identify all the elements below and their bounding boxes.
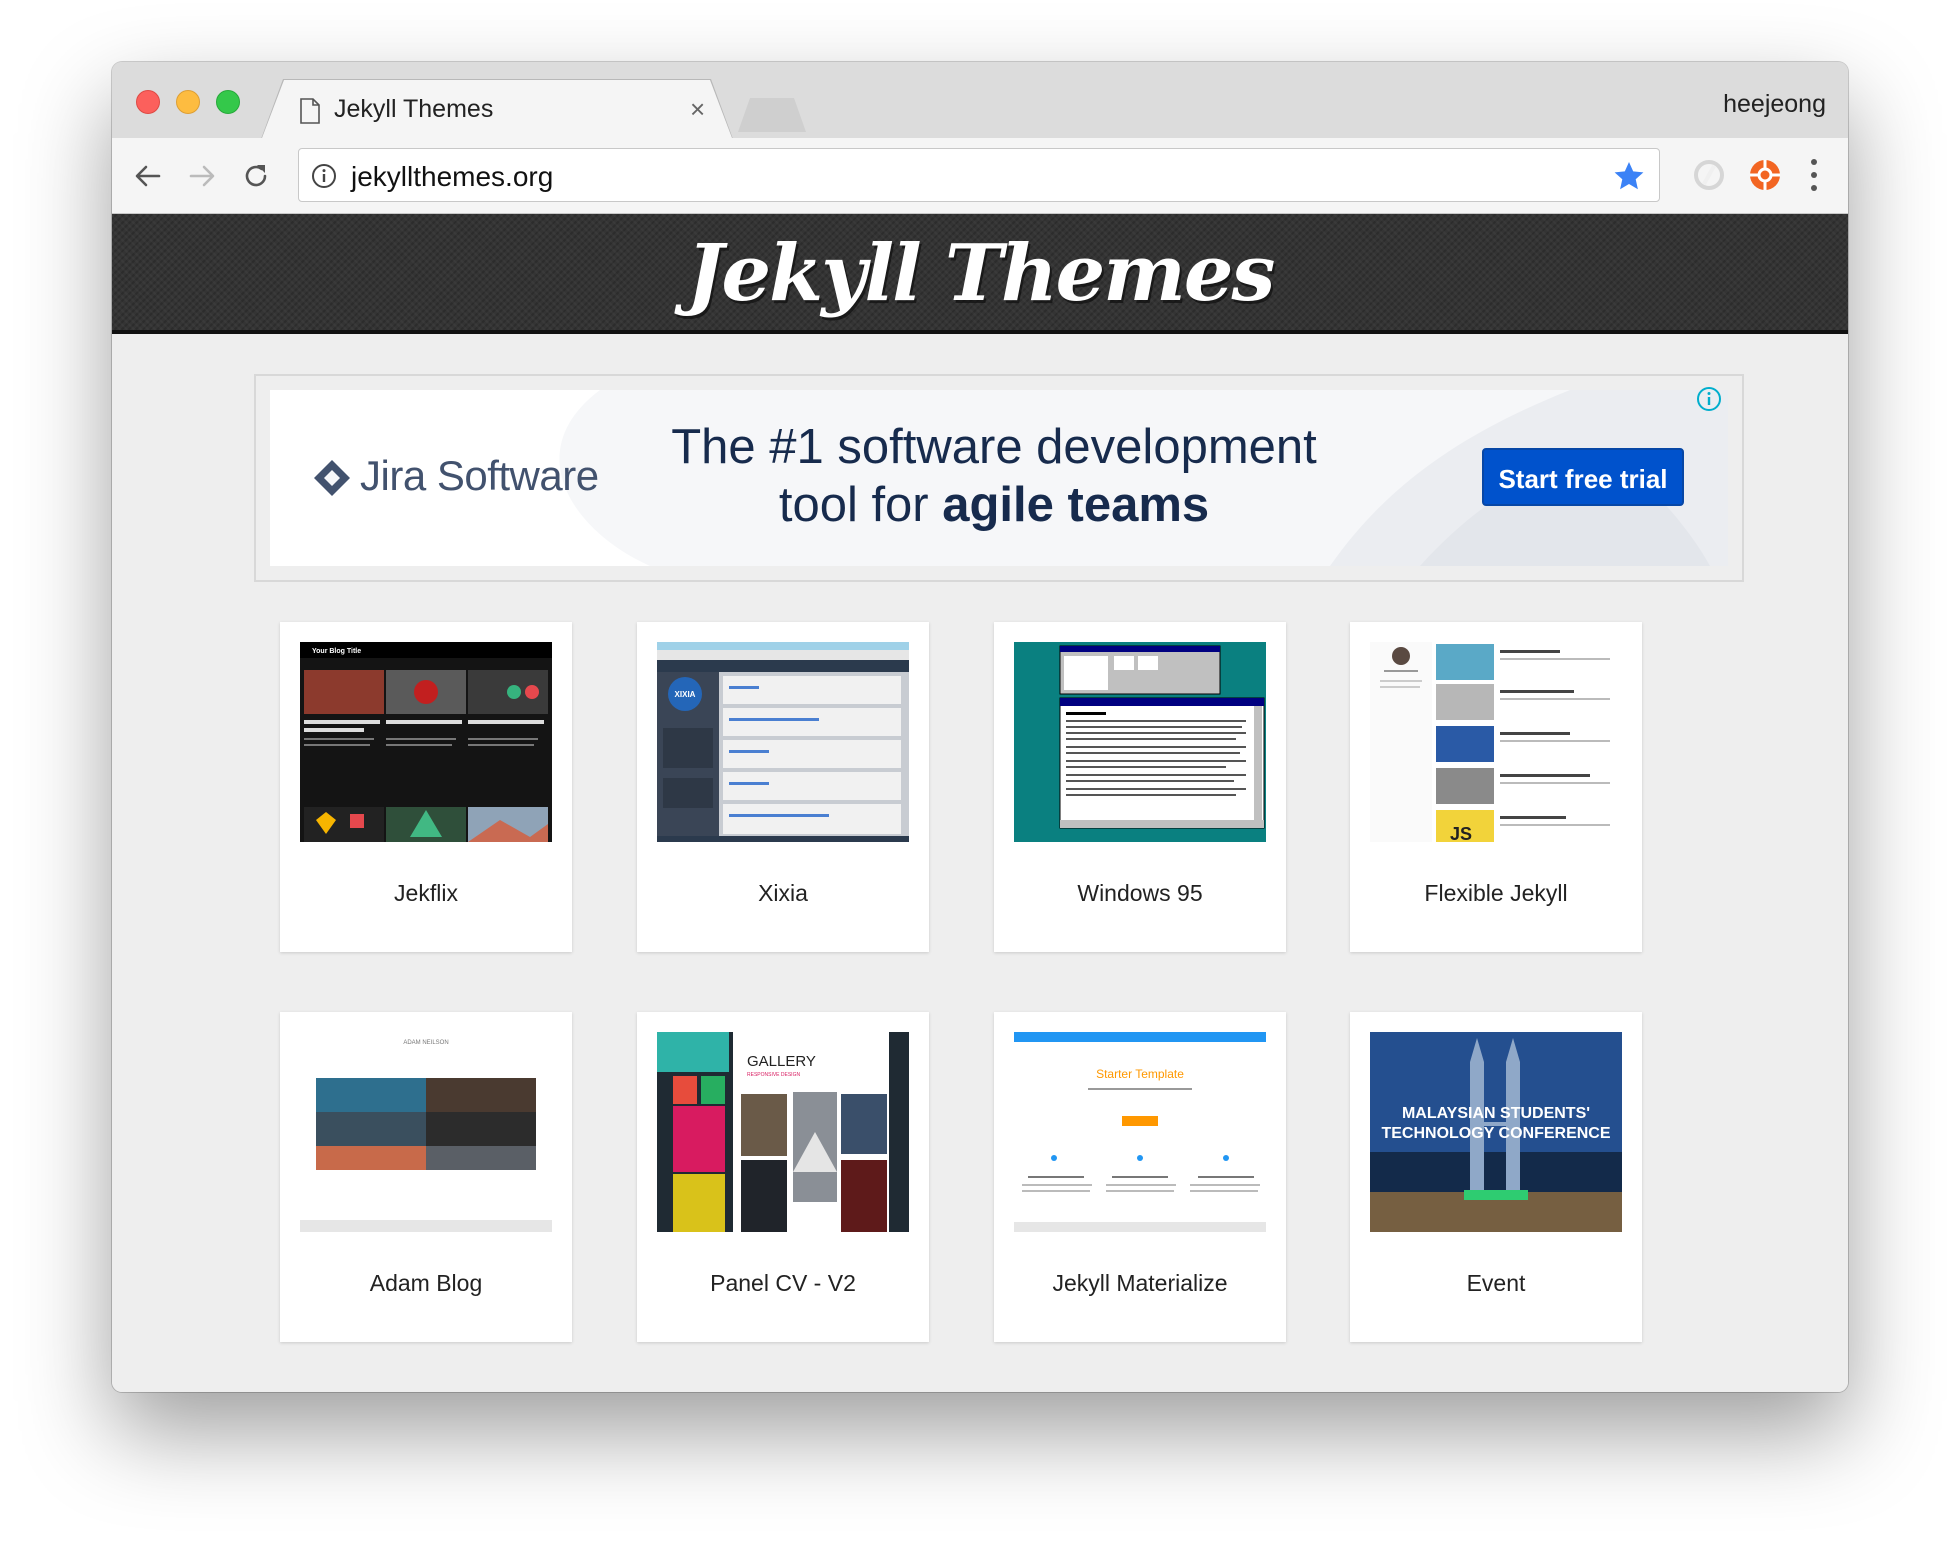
url-text[interactable]: jekyllthemes.org (351, 161, 553, 193)
theme-thumbnail[interactable]: MALAYSIAN STUDENTS' TECHNOLOGY CONFERENC… (1370, 1032, 1622, 1232)
theme-name[interactable]: Xixia (637, 880, 929, 907)
theme-card-jekflix[interactable]: Your Blog Title Jekflix (280, 622, 572, 952)
theme-card-adam-blog[interactable]: ADAM NEILSON Adam Blog (280, 1012, 572, 1342)
profile-name[interactable]: heejeong (1723, 90, 1826, 119)
theme-card-windows-95[interactable]: Windows 95 (994, 622, 1286, 952)
flexible-jekyll-preview-art: JS (1370, 642, 1610, 842)
tab-close-icon[interactable]: × (690, 94, 705, 125)
panel-cv-preview-gallery: GALLERY (747, 1053, 816, 1070)
theme-name[interactable]: Flexible Jekyll (1350, 880, 1642, 907)
menu-dots-icon[interactable] (1810, 158, 1818, 192)
theme-thumbnail[interactable]: Starter Template (1014, 1032, 1266, 1232)
browser-window: Jekyll Themes × heejeong jekyllthemes.or… (112, 62, 1848, 1392)
theme-card-event[interactable]: MALAYSIAN STUDENTS' TECHNOLOGY CONFERENC… (1350, 1012, 1642, 1342)
theme-name[interactable]: Jekyll Materialize (994, 1270, 1286, 1297)
ad-banner[interactable]: Jira Software The #1 software developmen… (270, 390, 1728, 566)
ad-headline-bold: agile teams (942, 478, 1210, 532)
ad-headline-line2: tool for agile teams (654, 476, 1334, 534)
bookmark-star-icon[interactable] (1613, 160, 1645, 192)
event-preview-art: MALAYSIAN STUDENTS' TECHNOLOGY CONFERENC… (1370, 1032, 1622, 1232)
flexible-jekyll-preview-js: JS (1450, 824, 1472, 842)
reload-icon[interactable] (240, 160, 272, 192)
close-window-button[interactable] (136, 90, 160, 114)
address-bar[interactable]: jekyllthemes.org (298, 148, 1660, 202)
extension-grey-icon[interactable] (1692, 158, 1726, 192)
page-viewport: Jekyll Themes Jira Software The #1 softw… (112, 214, 1848, 1392)
adam-blog-preview-title: ADAM NEILSON (403, 1040, 448, 1046)
tab-title: Jekyll Themes (334, 95, 494, 123)
theme-name[interactable]: Windows 95 (994, 880, 1286, 907)
tab-jekyll-themes[interactable] (262, 80, 732, 138)
event-preview-title-line1: MALAYSIAN STUDENTS' (1402, 1105, 1590, 1122)
xixia-preview-logo: XIXIA (675, 690, 696, 699)
ad-banner-frame: Jira Software The #1 software developmen… (254, 374, 1744, 582)
theme-card-jekyll-materialize[interactable]: Starter Template Jekyll Materialize (994, 1012, 1286, 1342)
jekflix-preview-art: Your Blog Title (300, 642, 552, 842)
theme-thumbnail[interactable]: GALLERY RESPONSIVE DESIGN (657, 1032, 909, 1232)
new-tab-button[interactable] (738, 98, 806, 132)
jira-logo-icon (314, 460, 350, 496)
theme-thumbnail[interactable]: ADAM NEILSON (300, 1032, 552, 1232)
adam-blog-preview-art: ADAM NEILSON (300, 1040, 552, 1232)
ad-headline-line2-prefix: tool for (778, 478, 943, 532)
site-header: Jekyll Themes (112, 214, 1848, 334)
maximize-window-button[interactable] (216, 90, 240, 114)
site-title[interactable]: Jekyll Themes (112, 228, 1848, 319)
theme-name[interactable]: Event (1350, 1270, 1642, 1297)
panel-cv-preview-subtitle: RESPONSIVE DESIGN (747, 1072, 800, 1078)
start-free-trial-button[interactable]: Start free trial (1482, 448, 1684, 506)
ad-info-icon[interactable] (1696, 386, 1722, 412)
theme-grid: Your Blog Title Jekflix XIXIA Xixia Wind… (280, 622, 1680, 1342)
site-info-icon[interactable] (311, 163, 337, 189)
theme-card-panel-cv-v2[interactable]: GALLERY RESPONSIVE DESIGN Panel CV - V2 (637, 1012, 929, 1342)
theme-thumbnail[interactable]: Your Blog Title (300, 642, 552, 842)
extension-orange-icon[interactable] (1748, 158, 1782, 192)
theme-thumbnail[interactable]: XIXIA (657, 642, 909, 842)
theme-name[interactable]: Panel CV - V2 (637, 1270, 929, 1297)
theme-name[interactable]: Jekflix (280, 880, 572, 907)
ad-headline: The #1 software development tool for agi… (654, 418, 1334, 534)
ad-brand: Jira Software (360, 452, 599, 499)
theme-thumbnail[interactable] (1014, 642, 1266, 842)
minimize-window-button[interactable] (176, 90, 200, 114)
windows95-preview-art (1059, 645, 1265, 829)
materialize-preview-title: Starter Template (1096, 1067, 1184, 1081)
event-preview-title-line2: TECHNOLOGY CONFERENCE (1381, 1125, 1610, 1142)
theme-name[interactable]: Adam Blog (280, 1270, 572, 1297)
forward-arrow-icon[interactable] (186, 160, 218, 192)
back-arrow-icon[interactable] (132, 160, 164, 192)
jekflix-preview-title: Your Blog Title (312, 648, 361, 655)
panel-cv-preview-art: GALLERY RESPONSIVE DESIGN (657, 1032, 889, 1232)
page-icon (300, 98, 320, 124)
theme-thumbnail[interactable]: JS (1370, 642, 1622, 842)
ad-headline-line1: The #1 software development (671, 420, 1317, 474)
materialize-preview-art: Starter Template (1014, 1032, 1266, 1232)
theme-card-flexible-jekyll[interactable]: JS Flexible Jekyll (1350, 622, 1642, 952)
browser-toolbar: jekyllthemes.org (112, 138, 1848, 214)
theme-card-xixia[interactable]: XIXIA Xixia (637, 622, 929, 952)
xixia-preview-art: XIXIA (657, 642, 909, 842)
title-bar: Jekyll Themes × heejeong (112, 62, 1848, 139)
